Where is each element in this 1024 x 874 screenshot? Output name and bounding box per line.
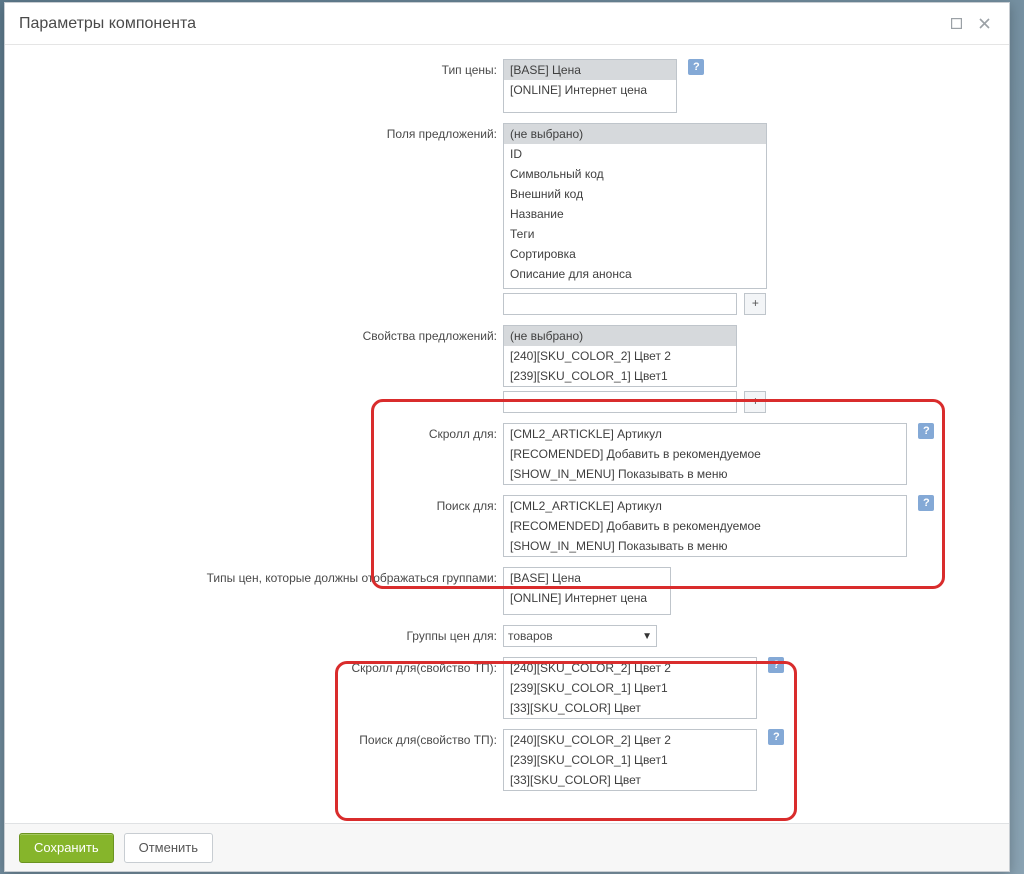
list-item[interactable]: Внешний код bbox=[504, 184, 766, 204]
dialog: Параметры компонента Тип цены: [BASE] Це… bbox=[4, 2, 1010, 872]
list-item[interactable]: [SHOW_IN_MENU] Показывать в меню bbox=[504, 464, 906, 484]
listbox-price-type[interactable]: [BASE] Цена [ONLINE] Интернет цена bbox=[503, 59, 677, 113]
listbox-search-for-tp[interactable]: [240][SKU_COLOR_2] Цвет 2 [239][SKU_COLO… bbox=[503, 729, 757, 791]
list-item[interactable]: [239][SKU_COLOR_1] Цвет1 bbox=[504, 366, 736, 386]
help-icon[interactable]: ? bbox=[918, 495, 934, 511]
content: Тип цены: [BASE] Цена [ONLINE] Интернет … bbox=[5, 45, 1009, 823]
list-item[interactable]: [239][SKU_COLOR_1] Цвет1 bbox=[504, 678, 756, 698]
list-item[interactable]: [240][SKU_COLOR_2] Цвет 2 bbox=[504, 730, 756, 750]
add-button[interactable]: + bbox=[744, 293, 766, 315]
offer-fields-input[interactable] bbox=[503, 293, 737, 315]
maximize-icon[interactable] bbox=[945, 13, 967, 35]
scroll-area[interactable]: Тип цены: [BASE] Цена [ONLINE] Интернет … bbox=[23, 57, 991, 823]
list-item[interactable]: (не выбрано) bbox=[504, 326, 736, 346]
dropdown-value: товаров bbox=[508, 629, 553, 643]
listbox-search-for[interactable]: [CML2_ARTICKLE] Артикул [RECOMENDED] Доб… bbox=[503, 495, 907, 557]
list-item[interactable]: [BASE] Цена bbox=[504, 60, 676, 80]
titlebar: Параметры компонента bbox=[5, 3, 1009, 45]
list-item[interactable]: [239][SKU_COLOR_1] Цвет1 bbox=[504, 750, 756, 770]
cancel-button[interactable]: Отменить bbox=[124, 833, 213, 863]
offer-props-input[interactable] bbox=[503, 391, 737, 413]
list-item[interactable]: [SHOW_IN_MENU] Показывать в меню bbox=[504, 536, 906, 556]
listbox-price-types-groups[interactable]: [BASE] Цена [ONLINE] Интернет цена bbox=[503, 567, 671, 615]
list-item[interactable]: [240][SKU_COLOR_2] Цвет 2 bbox=[504, 346, 736, 366]
params-form: Тип цены: [BASE] Цена [ONLINE] Интернет … bbox=[23, 57, 981, 799]
add-button[interactable]: + bbox=[744, 391, 766, 413]
list-item[interactable]: [BASE] Цена bbox=[504, 568, 670, 588]
help-icon[interactable]: ? bbox=[918, 423, 934, 439]
label-search-for: Поиск для: bbox=[23, 493, 503, 565]
list-item[interactable]: [240][SKU_COLOR_2] Цвет 2 bbox=[504, 658, 756, 678]
dropdown-price-groups-for[interactable]: товаров ▼ bbox=[503, 625, 657, 647]
help-icon[interactable]: ? bbox=[688, 59, 704, 75]
help-icon[interactable]: ? bbox=[768, 657, 784, 673]
label-price-types-groups: Типы цен, которые должны отображаться гр… bbox=[23, 565, 503, 623]
list-item[interactable]: ID bbox=[504, 144, 766, 164]
listbox-offer-props[interactable]: (не выбрано) [240][SKU_COLOR_2] Цвет 2 [… bbox=[503, 325, 737, 387]
label-offer-fields: Поля предложений: bbox=[23, 121, 503, 323]
chevron-down-icon: ▼ bbox=[642, 631, 652, 642]
list-item[interactable]: [RECOMENDED] Добавить в рекомендуемое bbox=[504, 516, 906, 536]
list-item[interactable]: [ONLINE] Интернет цена bbox=[504, 588, 670, 608]
listbox-offer-fields[interactable]: (не выбрано) ID Символьный код Внешний к… bbox=[503, 123, 767, 289]
dialog-title: Параметры компонента bbox=[19, 15, 939, 33]
list-item[interactable]: Описание для анонса bbox=[504, 264, 766, 284]
list-item[interactable]: [RECOMENDED] Добавить в рекомендуемое bbox=[504, 444, 906, 464]
list-item[interactable]: Символьный код bbox=[504, 164, 766, 184]
list-item[interactable]: [CML2_ARTICKLE] Артикул bbox=[504, 424, 906, 444]
list-item[interactable]: [33][SKU_COLOR] Цвет bbox=[504, 698, 756, 718]
listbox-scroll-for-tp[interactable]: [240][SKU_COLOR_2] Цвет 2 [239][SKU_COLO… bbox=[503, 657, 757, 719]
label-scroll-for-tp: Скролл для(свойство ТП): bbox=[23, 655, 503, 727]
list-item[interactable]: Сортировка bbox=[504, 244, 766, 264]
label-search-for-tp: Поиск для(свойство ТП): bbox=[23, 727, 503, 799]
list-item[interactable]: [33][SKU_COLOR] Цвет bbox=[504, 770, 756, 790]
label-offer-props: Свойства предложений: bbox=[23, 323, 503, 421]
listbox-scroll-for[interactable]: [CML2_ARTICKLE] Артикул [RECOMENDED] Доб… bbox=[503, 423, 907, 485]
list-item[interactable]: [ONLINE] Интернет цена bbox=[504, 80, 676, 100]
label-scroll-for: Скролл для: bbox=[23, 421, 503, 493]
save-button[interactable]: Сохранить bbox=[19, 833, 114, 863]
help-icon[interactable]: ? bbox=[768, 729, 784, 745]
label-price-type: Тип цены: bbox=[23, 57, 503, 121]
label-price-groups-for: Группы цен для: bbox=[23, 623, 503, 655]
list-item[interactable]: Название bbox=[504, 204, 766, 224]
list-item[interactable]: (не выбрано) bbox=[504, 124, 766, 144]
close-icon[interactable] bbox=[973, 13, 995, 35]
list-item[interactable]: Теги bbox=[504, 224, 766, 244]
list-item[interactable]: [CML2_ARTICKLE] Артикул bbox=[504, 496, 906, 516]
dialog-footer: Сохранить Отменить bbox=[5, 823, 1009, 871]
